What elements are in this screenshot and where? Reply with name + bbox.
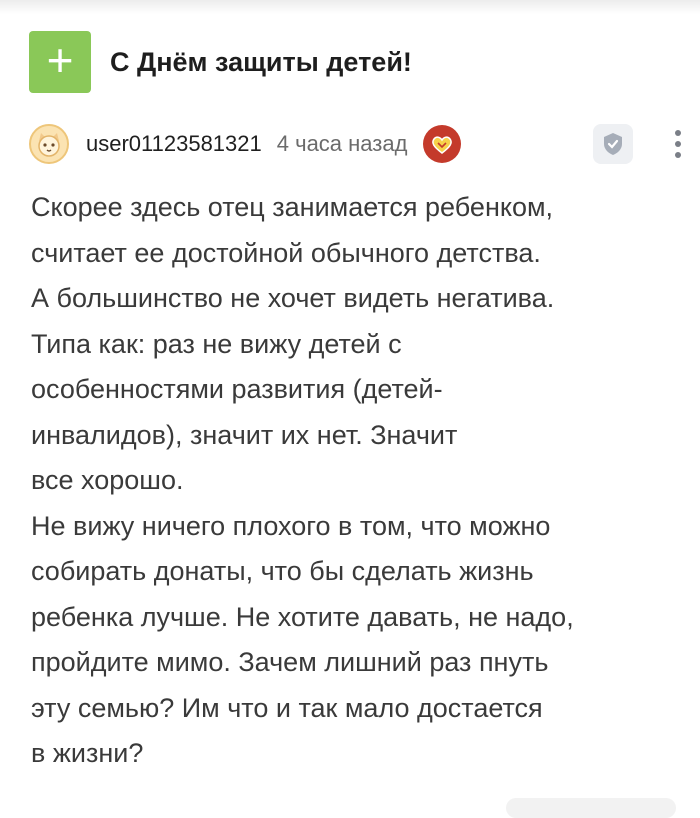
post-title[interactable]: С Днём защиты детей! [110,47,412,78]
comment-line: Типа как: раз не вижу детей с [31,328,402,359]
comment-line: инвалидов), значит их нет. Значит [31,419,458,450]
comment-body: Скорее здесь отец занимается ребенком, с… [31,185,671,777]
kebab-menu-icon [675,130,681,158]
cat-face-icon [38,133,60,157]
comment-line: считает ее достойной обычного детства. [31,237,541,268]
comment-line: ребенка лучше. Не хотите давать, не надо… [31,601,574,632]
comment-line: Скорее здесь отец занимается ребенком, [31,192,554,222]
timestamp[interactable]: 4 часа назад [277,131,408,157]
comment-line: эту семью? Им что и так мало достается [31,692,543,723]
top-shade [0,0,700,14]
post-header: + С Днём защиты детей! [29,31,680,93]
avatar[interactable] [29,124,69,164]
comment-line: пройдите мимо. Зачем лишний раз пнуть [31,647,549,677]
heart-icon [432,136,453,154]
comment-line: собирать донаты, что бы сделать жизнь [31,556,534,586]
username[interactable]: user01123581321 [86,131,262,157]
shield-icon [604,133,622,155]
comment-line: в жизни? [31,738,144,768]
comment-line: все хорошо. [31,465,184,495]
next-element-hint [506,798,676,818]
shield-button[interactable] [593,124,633,164]
heart-badge-icon[interactable] [423,125,462,163]
more-options-button[interactable] [666,124,690,164]
comment-line: А большинство не хочет видеть негатива. [31,283,555,313]
comment-line: Не вижу ничего плохого в том, что можно [31,510,551,541]
add-button[interactable]: + [29,31,91,93]
comment-meta: user01123581321 4 часа назад [29,122,681,166]
plus-icon: + [46,34,74,86]
comment-line: особенностями развития (детей- [31,374,443,404]
